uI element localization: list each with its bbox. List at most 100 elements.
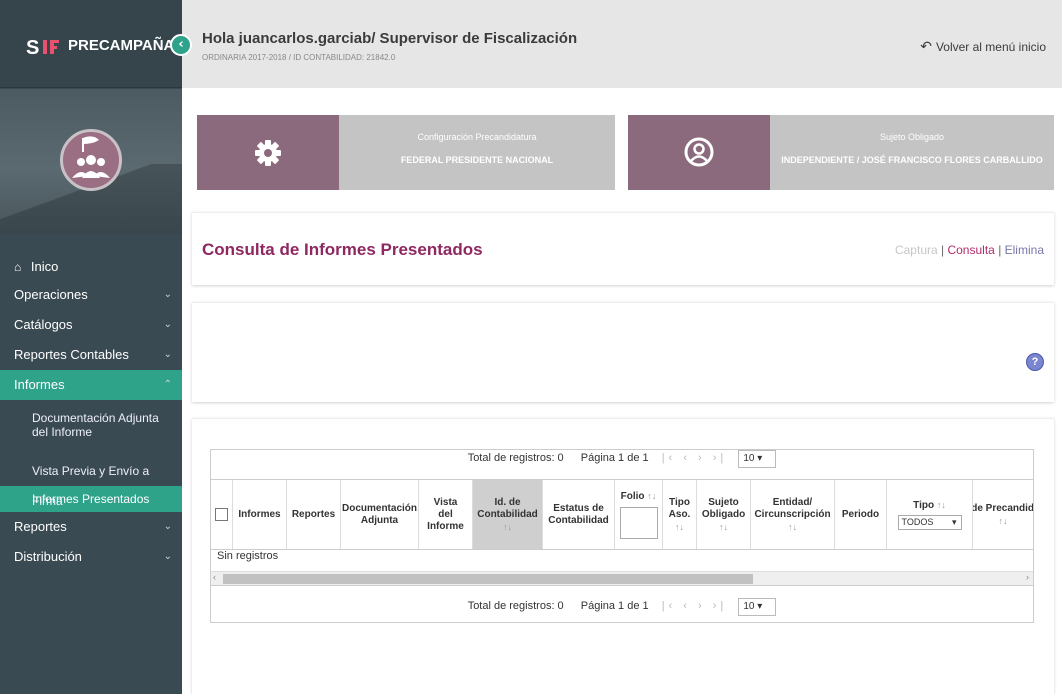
col-tipo-aso[interactable]: Tipo Aso. ↑↓ <box>663 480 697 549</box>
sidebar-item-label: Reportes <box>14 519 67 534</box>
col-id-contabilidad[interactable]: Id. de Contabilidad ↑↓ <box>473 480 543 549</box>
card-value: INDEPENDIENTE / JOSÉ FRANCISCO FLORES CA… <box>781 155 1043 165</box>
sidebar-item-operaciones[interactable]: Operaciones ⌄ <box>0 280 182 310</box>
empty-row: Sin registros <box>211 550 1033 572</box>
col-documentacion[interactable]: Documentación Adjunta <box>341 480 419 549</box>
sidebar-item-reportes-contables[interactable]: Reportes Contables ⌄ <box>0 340 182 370</box>
sidebar-item-home[interactable]: ⌂ Inico <box>0 252 182 280</box>
col-label: Tipo ↑↓ <box>913 499 946 512</box>
chevron-down-icon: ⌄ <box>163 319 172 330</box>
col-vista[interactable]: Vista del Informe <box>419 480 473 549</box>
sidebar-item-reportes[interactable]: Reportes ⌄ <box>0 512 182 542</box>
page-size-select[interactable]: 10 ▾ <box>738 450 777 468</box>
sidebar-item-label: Distribución <box>14 549 82 564</box>
help-icon[interactable]: ? <box>1026 353 1044 371</box>
col-estatus[interactable]: Estatus de Contabilidad <box>543 480 615 549</box>
card-title: Sujeto Obligado <box>879 132 945 142</box>
chevron-down-icon: ⌄ <box>163 349 172 360</box>
sidebar-subitem-vista-previa[interactable]: Vista Previa y Envío a Firma <box>0 456 182 508</box>
col-informes[interactable]: Informes <box>233 480 287 549</box>
collapse-sidebar-icon[interactable]: ‹ <box>170 34 192 56</box>
sidebar-item-label: Inico <box>30 259 59 274</box>
sidebar-item-informes[interactable]: Informes ⌃ <box>0 370 182 400</box>
col-tipo[interactable]: Tipo ↑↓ TODOS ▾ <box>887 480 973 549</box>
gear-icon <box>197 115 339 190</box>
col-folio[interactable]: Folio ↑↓ <box>615 480 663 549</box>
chevron-down-icon: ⌄ <box>163 551 172 562</box>
profile-banner <box>0 89 182 234</box>
page-size-value: 10 <box>743 601 755 612</box>
sidebar-item-label: Operaciones <box>14 287 88 302</box>
col-label: Reportes <box>291 508 336 520</box>
col-tipo-precandidatura[interactable]: Tipo de Precandidatura↑↓ <box>973 480 1033 549</box>
col-label: Periodo <box>841 508 880 520</box>
sidebar-subitem-documentacion-adjunta[interactable]: Documentación Adjunta del Informe <box>0 400 182 456</box>
pager-nav-icon[interactable]: |‹ ‹ › ›| <box>662 452 728 464</box>
sidebar-subitem-informes-presentados[interactable]: Informes Presentados <box>0 486 182 512</box>
page-title: Consulta de Informes Presentados <box>202 240 483 259</box>
sort-icon[interactable]: ↑↓ <box>719 521 728 533</box>
sif-logo: S <box>26 36 66 59</box>
scroll-left-icon[interactable]: ‹ <box>213 572 216 582</box>
folio-filter-input[interactable] <box>619 507 658 539</box>
captura-link[interactable]: Captura <box>895 243 938 257</box>
tipo-filter-select[interactable]: TODOS ▾ <box>897 515 962 530</box>
results-table: Total de registros: 0 Página 1 de 1 |‹ ‹… <box>210 449 1034 623</box>
brand-title: PRECAMPAÑA <box>68 37 175 54</box>
col-reportes[interactable]: Reportes <box>287 480 341 549</box>
back-to-menu-link[interactable]: ↶ Volver al menú inicio <box>920 38 1046 55</box>
config-card-text: Configuración Precandidatura FEDERAL PRE… <box>339 115 615 190</box>
col-label: Id. de Contabilidad <box>477 496 538 520</box>
page-indicator: Página 1 de 1 <box>580 600 649 612</box>
table-header: Informes Reportes Documentación Adjunta … <box>211 480 1033 550</box>
chevron-up-icon: ⌃ <box>163 379 172 390</box>
card-title: Configuración Precandidatura <box>417 132 537 142</box>
chevron-down-icon: ⌄ <box>163 521 172 532</box>
pager-bottom: Total de registros: 0 Página 1 de 1 |‹ ‹… <box>211 590 1033 622</box>
sort-icon[interactable]: ↑↓ <box>675 521 684 533</box>
sidebar-item-label: Documentación Adjunta del Informe <box>32 411 159 439</box>
pager-top: Total de registros: 0 Página 1 de 1 |‹ ‹… <box>211 450 1033 480</box>
sidebar-item-label: Catálogos <box>14 317 73 332</box>
sort-icon[interactable]: ↑↓ <box>999 515 1008 527</box>
col-label-text: Tipo <box>913 500 935 511</box>
app: S PRECAMPAÑA ‹ ⌂ Inico Operaciones ⌄ Cat… <box>0 0 1062 694</box>
chevron-down-icon: ▾ <box>951 517 957 527</box>
user-greeting: Hola juancarlos.garciab/ Supervisor de F… <box>202 30 578 47</box>
process-info: ORDINARIA 2017-2018 / ID CONTABILIDAD: 2… <box>202 53 396 62</box>
sort-icon[interactable]: ↑↓ <box>647 491 656 501</box>
select-all-checkbox[interactable] <box>215 508 228 521</box>
col-label: Tipo Aso. <box>668 496 691 520</box>
subject-card-text: Sujeto Obligado INDEPENDIENTE / JOSÉ FRA… <box>770 115 1054 190</box>
col-periodo[interactable]: Periodo <box>835 480 887 549</box>
col-label: Estatus de Contabilidad <box>548 502 609 526</box>
col-label: Informes <box>238 508 281 520</box>
subject-card: Sujeto Obligado INDEPENDIENTE / JOSÉ FRA… <box>628 115 1054 190</box>
elimina-link[interactable]: Elimina <box>1005 243 1044 257</box>
user-icon <box>628 115 770 190</box>
card-value: FEDERAL PRESIDENTE NACIONAL <box>400 155 554 165</box>
sort-icon[interactable]: ↑↓ <box>788 521 797 533</box>
col-entidad[interactable]: Entidad/ Circunscripción ↑↓ <box>751 480 835 549</box>
sidebar-item-label: Reportes Contables <box>14 347 129 362</box>
sidebar: S PRECAMPAÑA ‹ ⌂ Inico Operaciones ⌄ Cat… <box>0 0 192 694</box>
col-sujeto[interactable]: Sujeto Obligado ↑↓ <box>697 480 751 549</box>
horizontal-scrollbar[interactable]: ‹ › <box>211 572 1033 586</box>
pager-nav-icon[interactable]: |‹ ‹ › ›| <box>662 600 728 612</box>
scroll-right-icon[interactable]: › <box>1026 572 1029 582</box>
col-label-text: Folio <box>620 491 645 502</box>
page-indicator: Página 1 de 1 <box>580 452 649 464</box>
sidebar-item-distribucion[interactable]: Distribución ⌄ <box>0 542 182 572</box>
results-panel: Total de registros: 0 Página 1 de 1 |‹ ‹… <box>192 418 1054 694</box>
back-arrow-icon: ↶ <box>920 38 932 54</box>
page-size-select[interactable]: 10 ▾ <box>738 598 777 616</box>
sort-icon[interactable]: ↑↓ <box>937 500 946 510</box>
sidebar-item-catalogos[interactable]: Catálogos ⌄ <box>0 310 182 340</box>
consulta-link[interactable]: Consulta <box>947 243 994 257</box>
back-label: Volver al menú inicio <box>935 40 1046 54</box>
scroll-thumb[interactable] <box>223 574 753 584</box>
home-icon: ⌂ <box>14 260 22 274</box>
sort-icon[interactable]: ↑↓ <box>503 521 512 533</box>
total-records: Total de registros: 0 <box>467 600 564 612</box>
config-card: Configuración Precandidatura FEDERAL PRE… <box>197 115 615 190</box>
